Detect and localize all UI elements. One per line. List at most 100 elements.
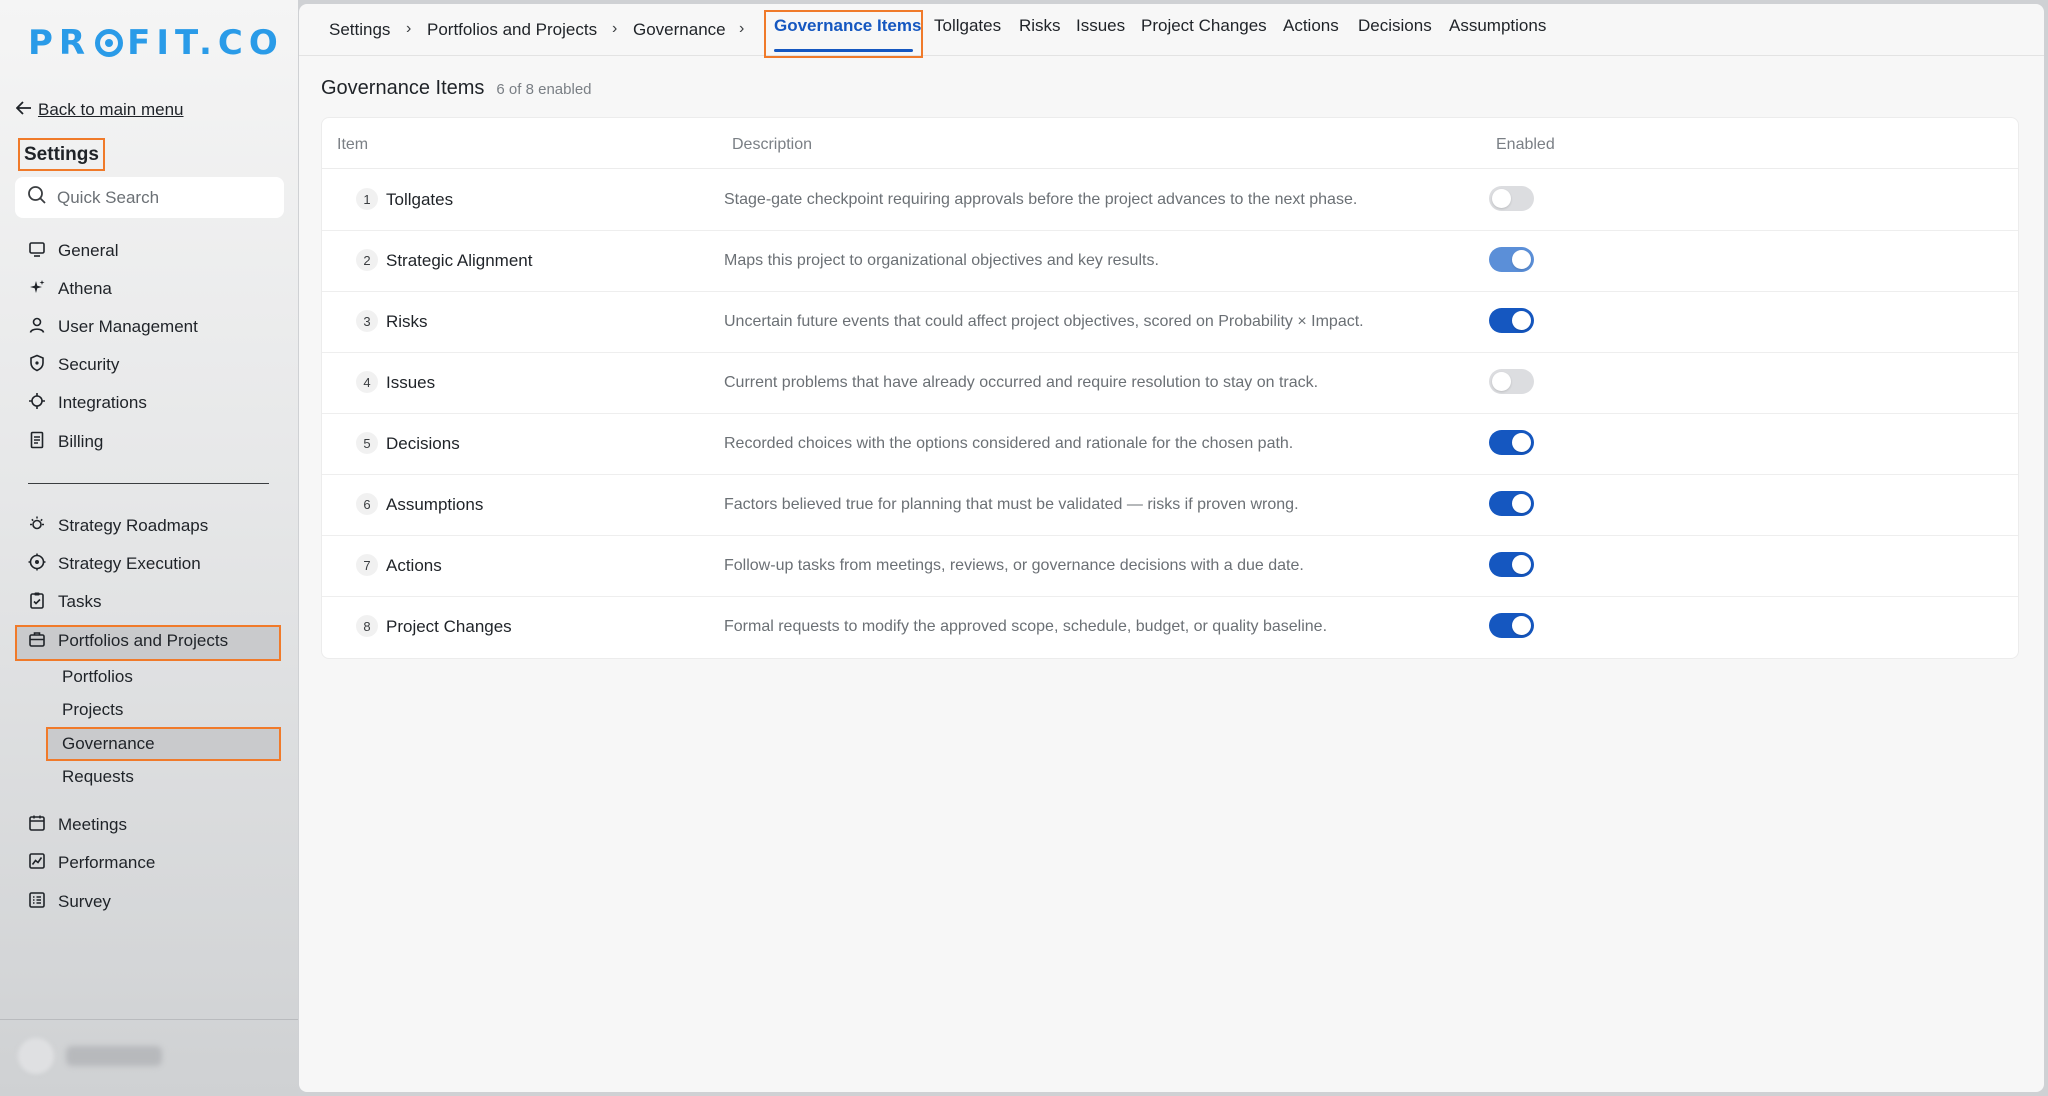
page-title: Governance Items (321, 77, 485, 99)
sidebar-item-label: Meetings (58, 815, 127, 834)
item-description: Uncertain future events that could affec… (724, 313, 1364, 330)
breadcrumb-separator-icon: › (612, 20, 618, 37)
sidebar-item-label: Tasks (58, 592, 102, 611)
item-description: Formal requests to modify the approved s… (724, 618, 1328, 635)
profit-co-logo[interactable]: PR FIT.CO (28, 23, 284, 63)
enabled-toggle[interactable] (1489, 430, 1534, 455)
sidebar-item-label: Performance (58, 853, 156, 872)
quick-search-input[interactable] (57, 187, 277, 208)
enabled-toggle[interactable] (1489, 491, 1534, 516)
sidebar-item-user-management[interactable]: User Management (28, 315, 198, 339)
item-description: Current problems that have already occur… (724, 374, 1319, 391)
tab-risks[interactable]: Risks (1019, 16, 1061, 36)
sidebar-subitem-governance[interactable]: Governance (62, 733, 155, 755)
breadcrumb-governance[interactable]: Governance (633, 20, 726, 40)
user-icon (28, 316, 46, 339)
enabled-count: 6 of 8 enabled (496, 81, 592, 98)
item-name: Issues (386, 373, 436, 392)
tab-project-changes[interactable]: Project Changes (1141, 16, 1267, 36)
item-description: Stage-gate checkpoint requiring approval… (724, 191, 1358, 208)
column-header-item: Item (337, 136, 369, 153)
row-number: 6 (356, 493, 378, 515)
enabled-toggle[interactable] (1489, 552, 1534, 577)
column-header-description: Description (732, 136, 813, 153)
active-tab-underline (774, 49, 913, 52)
sidebar-item-meetings[interactable]: Meetings (28, 813, 127, 837)
tab-decisions[interactable]: Decisions (1358, 16, 1432, 36)
toggle-knob (1492, 189, 1511, 208)
row-number: 3 (356, 310, 378, 332)
enabled-toggle[interactable] (1489, 613, 1534, 638)
sidebar-subitem-projects[interactable]: Projects (62, 699, 123, 721)
sidebar-item-survey[interactable]: Survey (28, 890, 111, 914)
sidebar-item-strategy-roadmaps[interactable]: Strategy Roadmaps (28, 514, 208, 538)
avatar[interactable] (18, 1038, 54, 1074)
tab-issues[interactable]: Issues (1076, 16, 1125, 36)
row-number: 7 (356, 554, 378, 576)
page-header: Governance Items 6 of 8 enabled (321, 77, 592, 100)
sidebar-subitem-portfolios[interactable]: Portfolios (62, 666, 133, 688)
item-name: Strategic Alignment (386, 251, 533, 270)
toggle-knob (1512, 433, 1531, 452)
list-icon (28, 891, 46, 914)
sidebar-item-label: Security (58, 355, 120, 374)
back-to-main-menu-link[interactable]: Back to main menu (15, 100, 184, 120)
sidebar-item-security[interactable]: Security (28, 353, 119, 377)
item-description: Follow-up tasks from meetings, reviews, … (724, 557, 1304, 574)
gear-icon (28, 392, 46, 415)
arrow-left-icon (15, 100, 32, 120)
logo-text-right: FIT.CO (127, 23, 284, 63)
sidebar-item-label: Strategy Roadmaps (58, 516, 209, 535)
quick-search-box[interactable] (15, 177, 284, 218)
table-row: 2 Strategic Alignment Maps this project … (322, 231, 2018, 292)
toggle-knob (1512, 616, 1531, 635)
toggle-knob (1492, 372, 1511, 391)
table-header: Item Description Enabled (322, 118, 2018, 169)
enabled-toggle[interactable] (1489, 186, 1534, 211)
search-icon (27, 185, 47, 210)
row-number: 1 (356, 188, 378, 210)
table-row: 5 Decisions Recorded choices with the op… (322, 414, 2018, 475)
sidebar-item-strategy-execution[interactable]: Strategy Execution (28, 552, 201, 576)
sidebar-item-label: General (58, 241, 119, 260)
chart-icon (28, 852, 46, 875)
logo-ring-icon (95, 29, 124, 57)
sidebar-item-tasks[interactable]: Tasks (28, 590, 101, 614)
sidebar-item-athena[interactable]: Athena (28, 277, 112, 301)
tab-tollgates[interactable]: Tollgates (934, 16, 1001, 36)
table-row: 6 Assumptions Factors believed true for … (322, 475, 2018, 536)
item-name: Actions (386, 556, 442, 575)
breadcrumb-settings[interactable]: Settings (329, 20, 390, 40)
enabled-toggle[interactable] (1489, 369, 1534, 394)
sidebar-item-integrations[interactable]: Integrations (28, 391, 147, 415)
sidebar-item-label: Athena (58, 279, 112, 298)
briefcase-icon (28, 630, 46, 653)
enabled-toggle[interactable] (1489, 308, 1534, 333)
sidebar-item-performance[interactable]: Performance (28, 851, 155, 875)
table-row: 7 Actions Follow-up tasks from meetings,… (322, 536, 2018, 597)
breadcrumb-portfolios-and-projects[interactable]: Portfolios and Projects (427, 20, 597, 40)
table-row: 4 Issues Current problems that have alre… (322, 353, 2018, 414)
breadcrumb-separator-icon: › (739, 20, 745, 37)
sidebar-item-general[interactable]: General (28, 239, 118, 263)
tab-actions[interactable]: Actions (1283, 16, 1339, 36)
tab-governance-items[interactable]: Governance Items (774, 16, 921, 36)
item-name: Decisions (386, 434, 460, 453)
table-row: 1 Tollgates Stage-gate checkpoint requir… (322, 170, 2018, 231)
item-name: Risks (386, 312, 428, 331)
calendar-icon (28, 814, 46, 837)
sidebar-item-portfolios-and-projects[interactable]: Portfolios and Projects (28, 629, 228, 653)
sun-icon (28, 515, 46, 538)
toggle-knob (1512, 311, 1531, 330)
shield-icon (28, 354, 46, 377)
governance-items-table: Item Description Enabled 1 Tollgates Sta… (321, 117, 2019, 659)
sidebar-item-label: Billing (58, 432, 104, 451)
sparkle-icon (28, 278, 46, 301)
sidebar-item-billing[interactable]: Billing (28, 430, 103, 454)
enabled-toggle[interactable] (1489, 247, 1534, 272)
tab-assumptions[interactable]: Assumptions (1449, 16, 1546, 36)
sidebar-subitem-requests[interactable]: Requests (62, 766, 134, 788)
sidebar-item-label: Portfolios and Projects (58, 631, 229, 650)
sidebar: PR FIT.CO Back to main menu Settings Gene… (0, 0, 298, 1096)
row-number: 4 (356, 371, 378, 393)
